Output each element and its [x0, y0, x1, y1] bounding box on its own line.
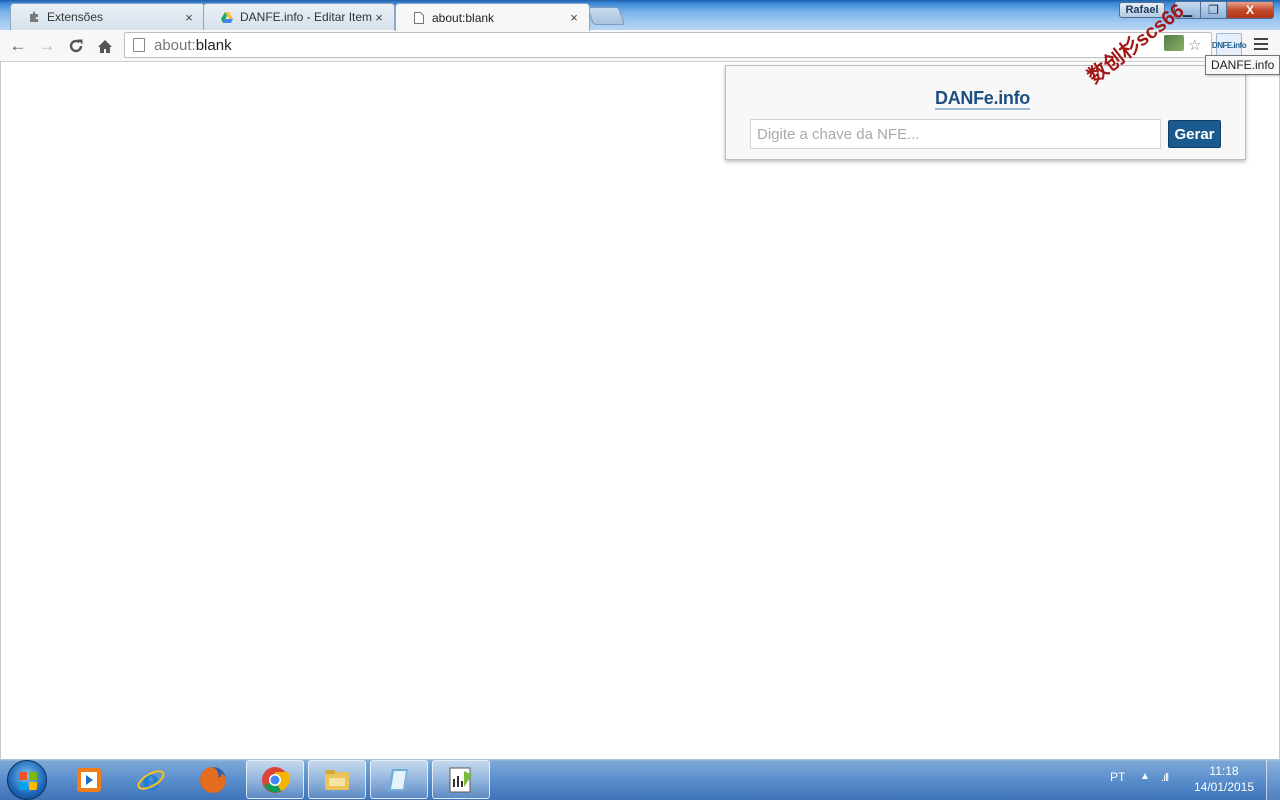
clock-time: 11:18	[1209, 764, 1239, 778]
home-button[interactable]	[93, 34, 117, 58]
nfe-key-input[interactable]	[750, 119, 1161, 149]
browser-toolbar: ← → about:blank ☆ DNFE.info	[0, 30, 1280, 62]
home-icon	[98, 39, 112, 53]
reload-icon	[69, 39, 83, 53]
start-button[interactable]	[7, 760, 47, 800]
tab-title: Extensões	[47, 10, 104, 24]
extension-tooltip: DANFE.info	[1205, 55, 1280, 75]
taskbar: e PT ▲ .ıll 11:18 14/01/2015	[0, 759, 1280, 800]
page-icon	[133, 38, 145, 52]
forward-button[interactable]: →	[35, 34, 59, 58]
sheet-app-icon	[449, 767, 472, 792]
taskbar-firefox[interactable]	[184, 760, 242, 799]
reload-button[interactable]	[64, 34, 88, 58]
tab-title: about:blank	[432, 10, 495, 25]
title-bar: Extensões × DANFE.info - Editar Item × a…	[0, 0, 1280, 31]
firefox-icon	[200, 766, 226, 793]
taskbar-chrome[interactable]	[246, 760, 304, 799]
address-bar[interactable]: about:blank	[124, 32, 1212, 58]
gerar-button[interactable]: Gerar	[1168, 120, 1221, 148]
show-hidden-icons-icon[interactable]: ▲	[1140, 771, 1150, 782]
tab-danfe-editar[interactable]: DANFE.info - Editar Item ×	[203, 3, 395, 30]
danfe-logo: DANFe.info	[935, 88, 1030, 110]
tab-about-blank[interactable]: about:blank ×	[395, 3, 590, 31]
tab-title: DANFE.info - Editar Item	[240, 10, 372, 24]
url-text[interactable]: about:blank	[154, 37, 232, 54]
taskbar-media-player[interactable]	[60, 760, 118, 799]
photo-extension-icon[interactable]	[1164, 35, 1184, 51]
clock-date: 14/01/2015	[1193, 780, 1255, 794]
drive-icon	[220, 10, 234, 24]
danfe-extension-button[interactable]: DNFE.info	[1212, 33, 1247, 57]
bookmark-star-icon[interactable]: ☆	[1188, 36, 1201, 54]
media-player-icon	[77, 767, 101, 792]
windows-logo-icon	[19, 772, 37, 790]
show-desktop-button[interactable]	[1266, 760, 1280, 800]
page-content	[0, 62, 1280, 759]
puzzle-icon	[27, 10, 41, 24]
maximize-button[interactable]: ❐	[1200, 1, 1227, 19]
danfe-popup: DANFe.info Gerar	[725, 65, 1246, 160]
new-tab-button[interactable]	[586, 7, 626, 25]
language-indicator[interactable]: PT	[1110, 770, 1125, 784]
back-button[interactable]: ←	[6, 34, 30, 58]
menu-icon[interactable]	[1254, 38, 1268, 50]
page-icon	[412, 11, 426, 25]
system-clock[interactable]: 11:18 14/01/2015	[1186, 763, 1262, 795]
taskbar-sheet-app[interactable]	[432, 760, 490, 799]
tab-extensoes[interactable]: Extensões ×	[10, 3, 205, 30]
close-tab-icon[interactable]: ×	[182, 10, 196, 25]
close-tab-icon[interactable]: ×	[567, 10, 581, 25]
internet-explorer-icon: e	[137, 765, 165, 795]
chrome-icon	[262, 766, 290, 793]
network-signal-icon[interactable]: .ıll	[1161, 772, 1169, 784]
close-tab-icon[interactable]: ×	[372, 10, 386, 25]
taskbar-notepad-app[interactable]	[370, 760, 428, 799]
close-window-button[interactable]: X	[1226, 1, 1274, 19]
taskbar-internet-explorer[interactable]: e	[122, 760, 180, 799]
svg-text:e: e	[142, 765, 160, 795]
file-explorer-icon	[325, 769, 349, 790]
taskbar-file-explorer[interactable]	[308, 760, 366, 799]
notepad-app-icon	[388, 768, 408, 791]
